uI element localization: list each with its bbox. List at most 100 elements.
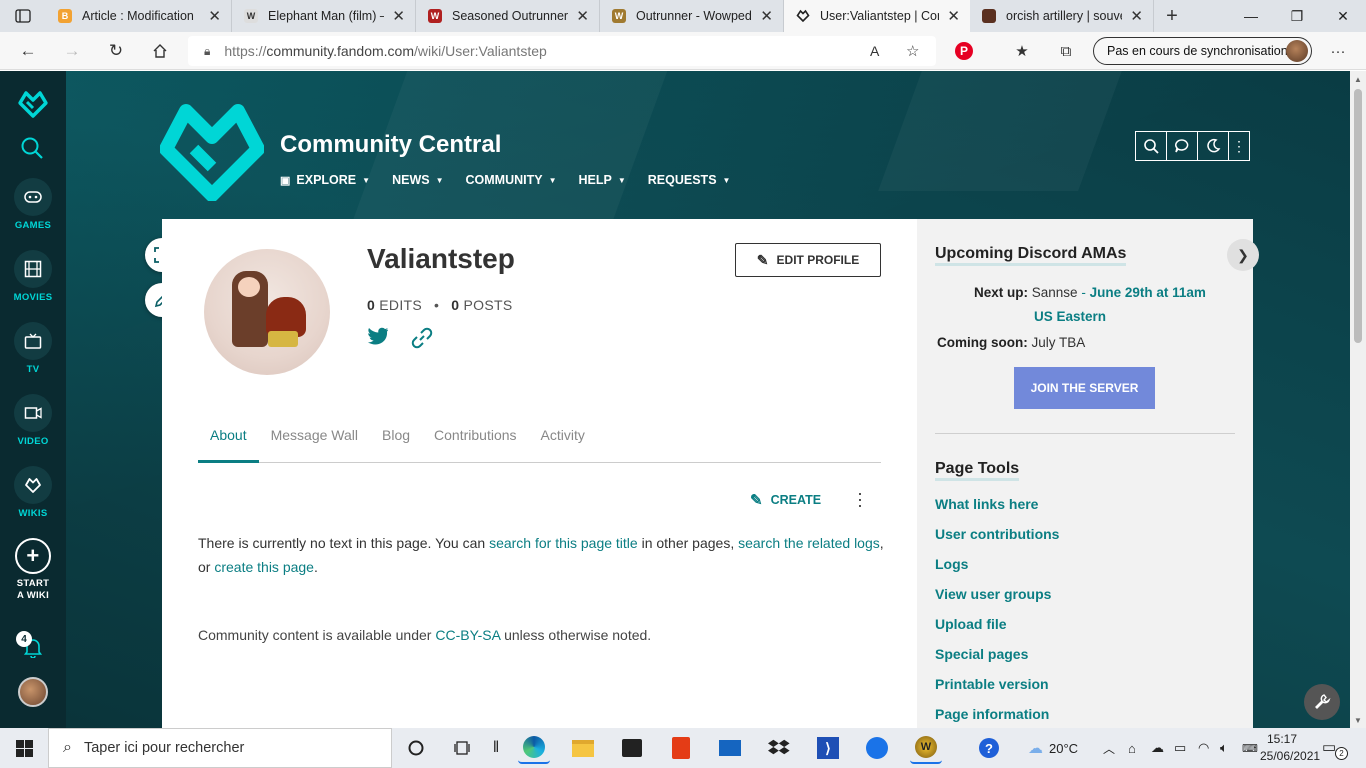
restore-icon[interactable]: ❐ (1274, 0, 1320, 32)
tab-contributions[interactable]: Contributions (422, 423, 529, 463)
tab-blog[interactable]: Blog (370, 423, 422, 463)
wiki-search-icon[interactable] (1135, 131, 1167, 161)
store-icon[interactable] (616, 732, 648, 764)
mail-icon[interactable] (714, 732, 746, 764)
nav-news[interactable]: NEWS ▼ (392, 173, 443, 187)
cortana-icon[interactable] (400, 732, 432, 764)
world-of-warcraft-icon[interactable]: W (910, 732, 942, 764)
browser-tab[interactable]: W Outrunner - Wowpedia ✕ (600, 0, 784, 32)
add-favorite-icon[interactable]: ☆ (906, 42, 919, 60)
next-up-time-link[interactable]: June 29th at 11am (1090, 285, 1206, 300)
tool-link[interactable]: What links here (935, 496, 1038, 512)
taskbar-search[interactable]: ⌕ Taper ici pour rechercher (48, 728, 392, 768)
fandom-logo-icon[interactable] (17, 87, 49, 124)
tray-chevron-icon[interactable]: ︿ (1103, 728, 1115, 768)
community-logo[interactable] (159, 101, 265, 206)
nav-start-a-wiki[interactable]: + START A WIKI (0, 538, 66, 602)
browser-tab[interactable]: orcish artillery | souvenirs ✕ (970, 0, 1154, 32)
back-icon[interactable]: ← (14, 38, 42, 64)
tool-link[interactable]: User contributions (935, 526, 1059, 542)
office-icon[interactable] (665, 732, 697, 764)
wifi-icon[interactable]: ◠ (1198, 728, 1209, 768)
close-tab-icon[interactable]: ✕ (576, 7, 589, 25)
community-title[interactable]: Community Central (280, 131, 501, 159)
search-logs-link[interactable]: search the related logs (738, 535, 880, 551)
pinterest-icon[interactable]: P (953, 40, 975, 62)
tab-activity[interactable]: Activity (529, 423, 597, 463)
scroll-up-icon[interactable]: ▲ (1350, 71, 1366, 87)
language-icon[interactable]: ⌨ (1242, 728, 1258, 768)
onedrive-icon[interactable]: ☁ (1151, 728, 1164, 768)
home-icon[interactable] (146, 38, 174, 64)
file-explorer-icon[interactable] (567, 732, 599, 764)
visual-studio-icon[interactable]: ⟩ (812, 732, 844, 764)
close-tab-icon[interactable]: ✕ (760, 7, 773, 25)
browser-tab[interactable]: W Seasoned Outrunner - Wowpedia ✕ (416, 0, 600, 32)
close-window-icon[interactable]: ✕ (1320, 0, 1366, 32)
nav-community[interactable]: COMMUNITY ▼ (466, 173, 557, 187)
page-scrollbar[interactable]: ▲ ▼ (1350, 71, 1366, 728)
task-view-icon[interactable] (447, 732, 479, 764)
more-options-icon[interactable]: ⋮ (1228, 131, 1250, 161)
tool-link[interactable]: Upload file (935, 616, 1007, 632)
search-title-link[interactable]: search for this page title (489, 535, 638, 551)
join-server-button[interactable]: JOIN THE SERVER (1014, 367, 1155, 409)
collections-icon[interactable]: ⧉ (1055, 40, 1077, 62)
browser-tab-active[interactable]: User:Valiantstep | Community Central ✕ (784, 0, 970, 32)
nav-video[interactable]: VIDEO (0, 394, 66, 447)
close-tab-icon[interactable]: ✕ (392, 7, 405, 25)
close-tab-icon[interactable]: ✕ (208, 7, 221, 25)
taskbar-clock[interactable]: 15:17 25/06/2021 (1260, 731, 1320, 765)
wrench-icon[interactable] (1304, 684, 1340, 720)
url-field[interactable]: 🔒︎ https://community.fandom.com/wiki/Use… (188, 36, 936, 66)
battery-icon[interactable]: ▭ (1174, 728, 1186, 768)
link-icon[interactable] (411, 327, 433, 355)
nav-explore[interactable]: ▣ EXPLORE ▼ (280, 173, 370, 187)
collapse-rail-icon[interactable]: ❯ (1227, 239, 1259, 271)
discussions-icon[interactable] (1166, 131, 1198, 161)
more-menu-icon[interactable]: ··· (1327, 40, 1349, 62)
read-aloud-icon[interactable]: A (870, 43, 879, 59)
tray-device-icon[interactable]: ⌂ (1128, 728, 1136, 768)
tool-link[interactable]: Page information (935, 706, 1049, 722)
create-page-link[interactable]: create this page (214, 559, 314, 575)
scrollbar-thumb[interactable] (1354, 89, 1362, 343)
nav-wikis[interactable]: WIKIS (0, 466, 66, 519)
close-tab-icon[interactable]: ✕ (947, 7, 960, 25)
license-link[interactable]: CC-BY-SA (435, 627, 500, 643)
refresh-icon[interactable]: ↻ (102, 38, 130, 64)
page-actions-icon[interactable]: · · · (856, 484, 864, 514)
volume-icon[interactable]: 🔈︎ (1220, 728, 1228, 768)
dark-mode-icon[interactable] (1197, 131, 1229, 161)
user-avatar[interactable] (18, 677, 48, 707)
tool-link[interactable]: Printable version (935, 676, 1049, 692)
close-tab-icon[interactable]: ✕ (1130, 7, 1143, 25)
nav-movies[interactable]: MOVIES (0, 250, 66, 303)
dropbox-icon[interactable] (763, 732, 795, 764)
nav-games[interactable]: GAMES (0, 178, 66, 231)
tab-actions-icon[interactable] (0, 0, 46, 32)
profile-sync-button[interactable]: Pas en cours de synchronisation (1093, 37, 1312, 65)
forward-icon[interactable]: → (58, 38, 86, 64)
twitter-icon[interactable] (367, 327, 389, 355)
windows-start-icon[interactable] (0, 728, 48, 768)
minimize-icon[interactable]: — (1228, 0, 1274, 32)
browser-tab[interactable]: B Article : Modification ✕ (46, 0, 232, 32)
search-icon[interactable] (20, 136, 44, 165)
action-center-icon[interactable]: ▭ 2 (1322, 738, 1348, 760)
tab-about[interactable]: About (198, 423, 259, 463)
tab-message-wall[interactable]: Message Wall (259, 423, 370, 463)
nav-tv[interactable]: TV (0, 322, 66, 375)
edge-icon[interactable] (518, 732, 550, 764)
weather-widget[interactable]: ☁ 20°C (1028, 728, 1078, 768)
bing-icon[interactable] (861, 732, 893, 764)
browser-tab[interactable]: W Elephant Man (film) — Wikipédia ✕ (232, 0, 416, 32)
nav-help[interactable]: HELP ▼ (579, 173, 626, 187)
favorites-icon[interactable]: ★ (1011, 40, 1033, 62)
create-button[interactable]: ✎ CREATE (750, 491, 821, 509)
tool-link[interactable]: Special pages (935, 646, 1028, 662)
scroll-down-icon[interactable]: ▼ (1350, 712, 1366, 728)
new-tab-icon[interactable]: + (1154, 0, 1190, 32)
widgets-icon[interactable]: ‖ (480, 732, 512, 764)
nav-requests[interactable]: REQUESTS ▼ (648, 173, 731, 187)
